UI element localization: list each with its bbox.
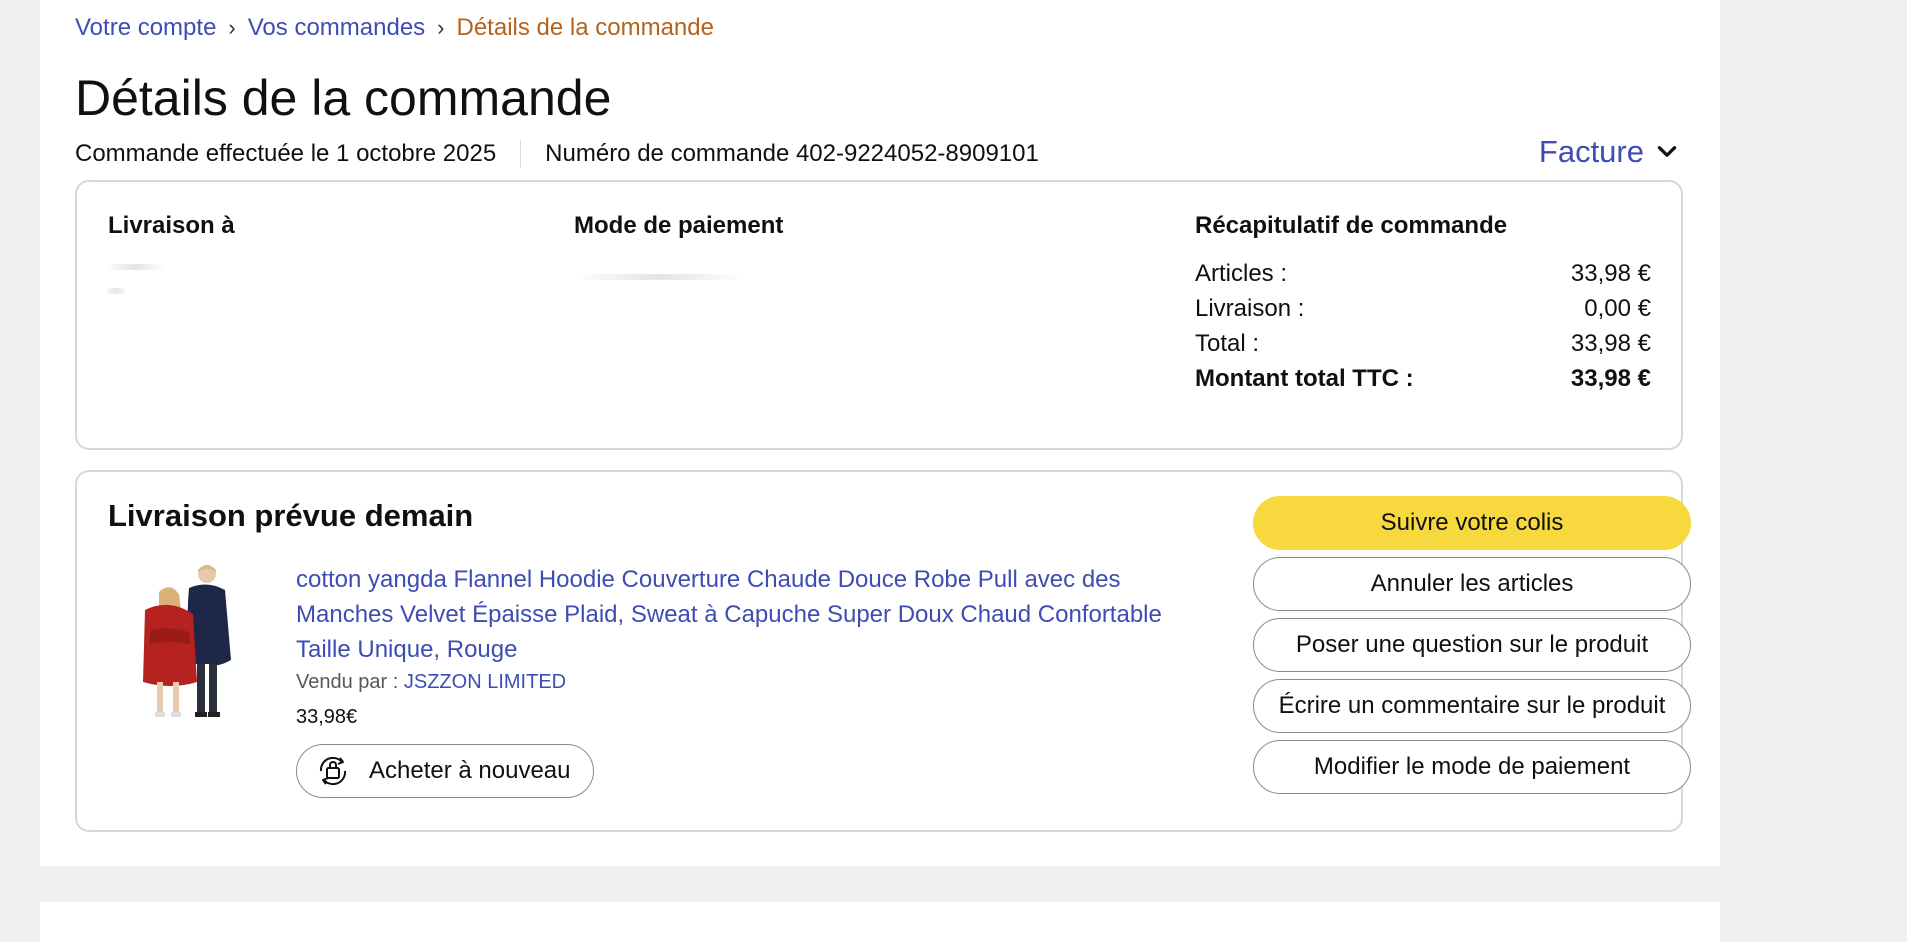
ask-product-question-button[interactable]: Poser une question sur le produit [1253,618,1691,672]
product-image[interactable] [127,560,247,722]
breadcrumb-separator: › [437,15,445,40]
redacted-address [105,264,165,270]
next-section [40,902,1720,942]
cancel-items-button[interactable]: Annuler les articles [1253,557,1691,611]
summary-label: Articles : [1195,260,1288,287]
order-summary-heading: Récapitulatif de commande [1195,212,1508,239]
breadcrumb-your-orders[interactable]: Vos commandes [248,14,425,42]
buy-again-label: Acheter à nouveau [369,757,571,784]
order-number: Numéro de commande 402-9224052-8909101 [545,140,1039,167]
redacted-payment [574,274,744,280]
summary-value: 0,00 € [1584,295,1651,322]
invoice-label: Facture [1538,134,1644,169]
track-package-button[interactable]: Suivre votre colis [1253,496,1691,550]
delivery-status-heading: Livraison prévue demain [108,498,474,533]
summary-row-grand-total: Montant total TTC : 33,98 € [1195,361,1651,396]
summary-value: 33,98 € [1570,365,1651,392]
invoice-dropdown[interactable]: Facture [1539,134,1680,170]
summary-row-shipping: Livraison : 0,00 € [1195,291,1651,326]
seller-info: Vendu par : JSZZON LIMITED [296,671,566,694]
page-title: Détails de la commande [75,70,612,126]
summary-label: Montant total TTC : [1195,365,1414,392]
summary-label: Total : [1195,330,1260,357]
order-actions: Suivre votre colis Annuler les articles … [1253,496,1691,801]
seller-prefix: Vendu par : [296,671,399,693]
seller-name-link[interactable]: JSZZON LIMITED [404,671,566,693]
summary-value: 33,98 € [1570,260,1651,287]
shipment-card: Livraison prévue demain cotton yangda Fl… [75,470,1691,832]
write-review-button[interactable]: Écrire un commentaire sur le produit [1253,679,1691,733]
product-title-link[interactable]: cotton yangda Flannel Hoodie Couverture … [296,562,1196,667]
shipping-address-heading: Livraison à [108,212,235,239]
breadcrumb: Votre compte › Vos commandes › Détails d… [75,14,714,42]
change-payment-method-button[interactable]: Modifier le mode de paiement [1253,740,1691,794]
summary-row-items: Articles : 33,98 € [1195,256,1651,291]
order-date: Commande effectuée le 1 octobre 2025 [75,140,497,167]
chevron-down-icon [1657,146,1677,157]
meta-divider [520,140,522,168]
summary-value: 33,98 € [1570,330,1651,357]
buy-again-button[interactable]: Acheter à nouveau [296,744,594,798]
summary-label: Livraison : [1195,295,1305,322]
summary-row-total: Total : 33,98 € [1195,326,1651,361]
breadcrumb-current: Détails de la commande [456,14,714,41]
redacted-address [105,288,127,294]
breadcrumb-separator: › [228,15,236,40]
buy-again-icon [319,756,347,786]
breadcrumb-your-account[interactable]: Votre compte [75,14,216,42]
order-summary: Articles : 33,98 € Livraison : 0,00 € To… [1195,256,1651,396]
order-info-card: Livraison à Mode de paiement Récapitulat… [75,180,1683,450]
payment-method-heading: Mode de paiement [574,212,784,239]
product-price: 33,98€ [296,706,358,728]
order-meta: Commande effectuée le 1 octobre 2025 Num… [75,140,1039,168]
order-details-page: Votre compte › Vos commandes › Détails d… [40,0,1720,866]
